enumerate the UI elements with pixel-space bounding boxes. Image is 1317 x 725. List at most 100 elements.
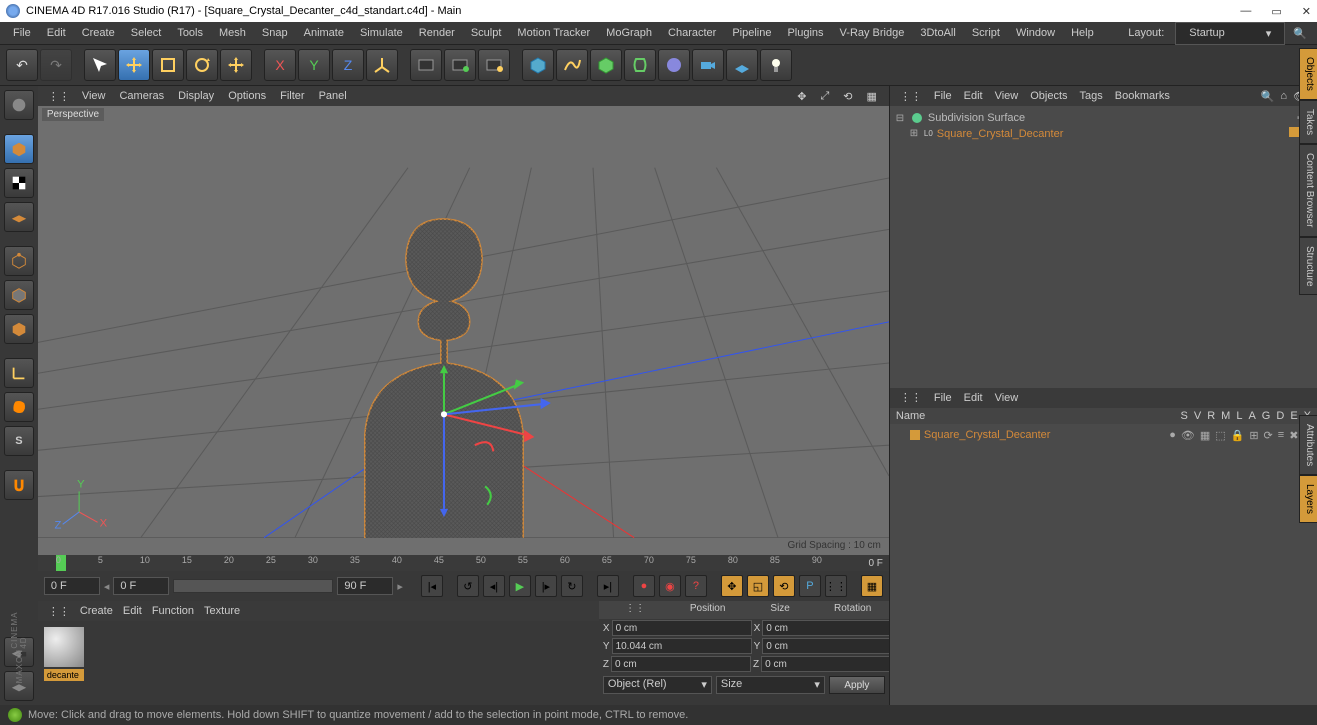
key-rot-button[interactable]: ⟲ — [773, 575, 795, 597]
generator-button[interactable] — [590, 49, 622, 81]
mat-function[interactable]: Function — [152, 605, 194, 617]
frame-back-button[interactable]: ◂| — [483, 575, 505, 597]
minimize-button[interactable]: — — [1240, 5, 1251, 18]
step-forward-loop[interactable]: ↻ — [561, 575, 583, 597]
om-home-icon[interactable]: ⌂ — [1280, 90, 1287, 103]
om-bookmarks[interactable]: Bookmarks — [1115, 90, 1170, 102]
edge-mode-button[interactable] — [4, 280, 34, 310]
apply-button[interactable]: Apply — [829, 676, 885, 694]
undo-button[interactable]: ↶ — [6, 49, 38, 81]
key-param-button[interactable]: P — [799, 575, 821, 597]
x-axis-button[interactable]: X — [264, 49, 296, 81]
render-settings-button[interactable] — [478, 49, 510, 81]
floor-button[interactable] — [726, 49, 758, 81]
menu-mesh[interactable]: Mesh — [212, 24, 253, 42]
menu-window[interactable]: Window — [1009, 24, 1062, 42]
layer-item[interactable]: Square_Crystal_Decanter — [924, 429, 1051, 441]
om-edit[interactable]: Edit — [964, 90, 983, 102]
layer-col-M[interactable]: M — [1221, 410, 1230, 422]
layer-col-D[interactable]: D — [1276, 410, 1284, 422]
layer-col-A[interactable]: A — [1248, 410, 1255, 422]
lm-edit[interactable]: Edit — [964, 392, 983, 404]
layer-col-L[interactable]: L — [1236, 410, 1242, 422]
lm-file[interactable]: File — [934, 392, 952, 404]
texture-mode-button[interactable] — [4, 168, 34, 198]
vp-panel[interactable]: Panel — [313, 88, 353, 104]
mat-create[interactable]: Create — [80, 605, 113, 617]
om-search-icon[interactable]: 🔍 — [1261, 90, 1275, 103]
viewport-solo-button[interactable] — [4, 392, 34, 422]
side-tab-structure[interactable]: Structure — [1299, 237, 1317, 296]
vp-view[interactable]: View — [76, 88, 112, 104]
vp-cameras[interactable]: Cameras — [113, 88, 170, 104]
move-tool[interactable] — [118, 49, 150, 81]
mat-edit[interactable]: Edit — [123, 605, 142, 617]
vp-move-icon[interactable]: ✥ — [791, 88, 812, 105]
animation-layout-button[interactable]: ▦ — [861, 575, 883, 597]
layer-col-G[interactable]: G — [1262, 410, 1271, 422]
snap-button[interactable]: S — [4, 426, 34, 456]
menu-tools[interactable]: Tools — [170, 24, 210, 42]
menu-simulate[interactable]: Simulate — [353, 24, 410, 42]
vp-display[interactable]: Display — [172, 88, 220, 104]
z-axis-button[interactable]: Z — [332, 49, 364, 81]
om-file[interactable]: File — [934, 90, 952, 102]
scale-tool[interactable] — [152, 49, 184, 81]
maximize-button[interactable]: ▭ — [1271, 5, 1281, 18]
expand-icon[interactable]: ⊞ — [908, 128, 920, 139]
deformer-button[interactable] — [624, 49, 656, 81]
menu-v-raybridge[interactable]: V-Ray Bridge — [833, 24, 912, 42]
om-tags[interactable]: Tags — [1080, 90, 1103, 102]
magnet-button[interactable] — [4, 470, 34, 500]
render-region-button[interactable] — [444, 49, 476, 81]
rotate-tool[interactable] — [186, 49, 218, 81]
om-objects[interactable]: Objects — [1030, 90, 1067, 102]
side-tab-layers[interactable]: Layers — [1299, 475, 1317, 523]
axis-button[interactable] — [4, 358, 34, 388]
menu-character[interactable]: Character — [661, 24, 723, 42]
menu-animate[interactable]: Animate — [297, 24, 351, 42]
autokey-button[interactable]: ◉ — [659, 575, 681, 597]
pos-y[interactable] — [612, 638, 752, 654]
redo-button[interactable]: ↷ — [40, 49, 72, 81]
search-icon[interactable]: 🔍 — [1289, 27, 1311, 40]
layer-manager[interactable]: Square_Crystal_Decanter ●👁▦⬚🔒⊞⟳≡✖⊣ — [890, 424, 1317, 706]
y-axis-button[interactable]: Y — [298, 49, 330, 81]
primitive-button[interactable] — [522, 49, 554, 81]
environment-button[interactable] — [658, 49, 690, 81]
vp-zoom-icon[interactable]: ⤢ — [814, 88, 835, 105]
layer-col-R[interactable]: R — [1207, 410, 1215, 422]
spline-button[interactable] — [556, 49, 588, 81]
timeline-ruler[interactable]: 0510152025303540455055606570758085900 F — [38, 555, 889, 571]
object-item[interactable]: Subdivision Surface — [928, 112, 1025, 124]
menu-edit[interactable]: Edit — [40, 24, 73, 42]
menu-select[interactable]: Select — [124, 24, 169, 42]
menu-pipeline[interactable]: Pipeline — [725, 24, 778, 42]
menu-create[interactable]: Create — [75, 24, 122, 42]
key-pla-button[interactable]: ⋮⋮ — [825, 575, 847, 597]
menu-script[interactable]: Script — [965, 24, 1007, 42]
om-view[interactable]: View — [995, 90, 1019, 102]
object-item[interactable]: Square_Crystal_Decanter — [937, 128, 1064, 140]
layout-dropdown[interactable]: Startup▾ — [1175, 22, 1285, 45]
side-tab-objects[interactable]: Objects — [1299, 48, 1317, 100]
menu-file[interactable]: File — [6, 24, 38, 42]
vp-rotate-icon[interactable]: ⟲ — [837, 88, 858, 105]
material-item[interactable]: decante — [44, 627, 84, 699]
vp-options[interactable]: Options — [222, 88, 272, 104]
size-y[interactable] — [762, 638, 902, 654]
vp-filter[interactable]: Filter — [274, 88, 310, 104]
menu-motiontracker[interactable]: Motion Tracker — [510, 24, 597, 42]
menu-snap[interactable]: Snap — [255, 24, 295, 42]
layer-col-S[interactable]: S — [1181, 410, 1188, 422]
camera-button[interactable] — [692, 49, 724, 81]
close-button[interactable]: ✕ — [1302, 5, 1311, 18]
viewport[interactable]: Perspective — [38, 106, 889, 555]
object-manager[interactable]: ⊟ Subdivision Surface ▪✓ ⊞ L0 Square_Cry… — [890, 106, 1317, 388]
lm-view[interactable]: View — [995, 392, 1019, 404]
mat-texture[interactable]: Texture — [204, 605, 240, 617]
key-scale-button[interactable]: ◱ — [747, 575, 769, 597]
key-pos-button[interactable]: ✥ — [721, 575, 743, 597]
lastused-tool[interactable] — [220, 49, 252, 81]
range-start-field[interactable] — [113, 577, 169, 595]
